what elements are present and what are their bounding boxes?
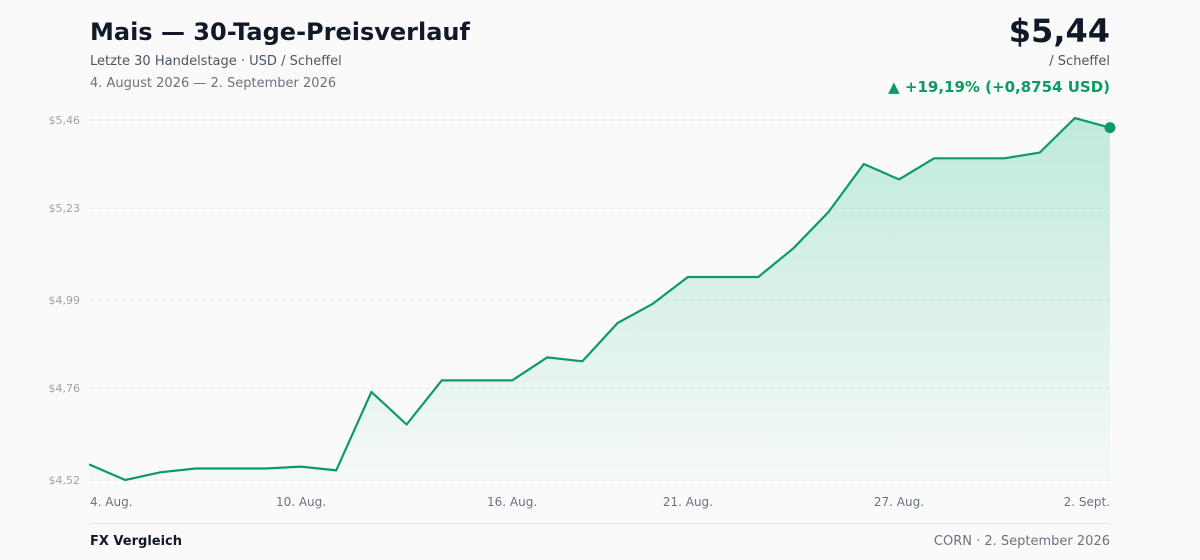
y-tick-label: $4,76 xyxy=(49,382,81,395)
x-tick-label: 16. Aug. xyxy=(487,495,537,509)
x-tick-label: 27. Aug. xyxy=(874,495,924,509)
x-tick-label: 2. Sept. xyxy=(1064,495,1110,509)
brand-name: FX Vergleich xyxy=(90,534,183,549)
price-chart: $4,52 $4,76 $4,99 $5,23 $5,46 4. Aug. 10. Aug… xyxy=(49,114,1116,509)
y-tick-label: $5,23 xyxy=(49,202,81,215)
last-price-dot xyxy=(1104,122,1116,134)
y-tick-label: $4,99 xyxy=(49,294,81,307)
footer-meta: CORN · 2. September 2026 xyxy=(933,534,1110,549)
price-area xyxy=(90,118,1110,480)
x-tick-label: 21. Aug. xyxy=(663,495,713,509)
footer-divider xyxy=(90,523,1110,524)
x-axis: 4. Aug. 10. Aug. 16. Aug. 21. Aug. 27. Aug. 2… xyxy=(90,495,1110,509)
x-tick-label: 10. Aug. xyxy=(276,495,326,509)
x-tick-label: 4. Aug. xyxy=(90,495,133,509)
area-fill xyxy=(90,118,1110,480)
y-axis: $4,52 $4,76 $4,99 $5,23 $5,46 xyxy=(49,114,81,487)
y-tick-label: $5,46 xyxy=(49,114,81,127)
y-tick-label: $4,52 xyxy=(49,474,81,487)
